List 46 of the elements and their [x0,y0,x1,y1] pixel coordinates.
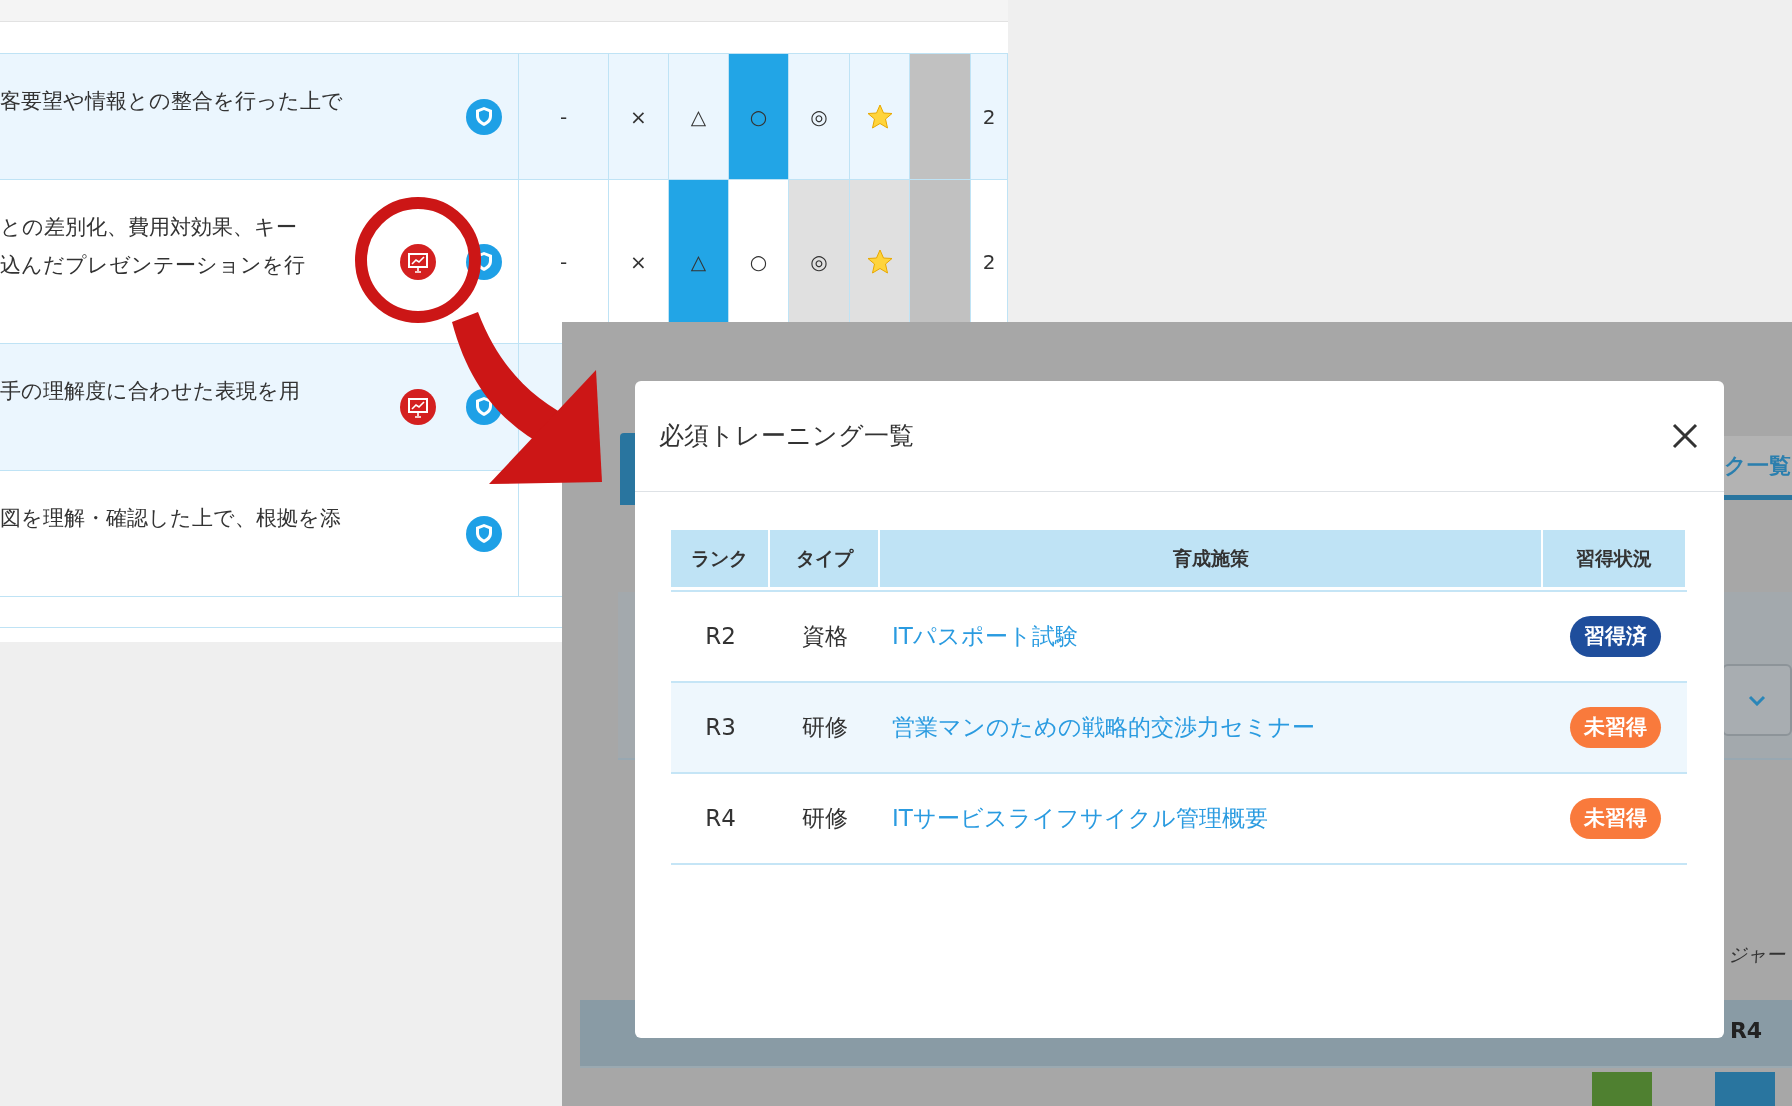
table-cell: R3 [671,681,770,772]
shield-icon[interactable] [466,98,502,135]
column-header: 育成施策 [880,530,1543,590]
rating-text: △ [690,248,707,276]
training-link[interactable]: ITパスポート試験 [892,619,1078,654]
presentation-icon[interactable] [400,389,436,425]
rating-text: ○ [749,248,768,276]
rating-text: - [559,248,568,276]
column-header: タイプ [770,530,880,590]
rating-text: 2 [982,103,996,131]
rating-text: △ [690,103,707,131]
status-badge: 未習得 [1569,797,1661,840]
presentation-icon[interactable] [400,243,436,280]
status-badge: 習得済 [1569,615,1661,658]
rating-text: × [630,103,647,131]
rating-text: ◎ [810,248,828,276]
column-header: 習得状況 [1543,530,1687,590]
star-icon [866,103,893,130]
shield-icon[interactable] [466,243,502,280]
rating-text: ◎ [810,103,828,131]
tab[interactable]: ク一覧 [1724,436,1792,500]
row-text: 図を理解・確認した上で、根拠を添 [0,505,341,532]
column-header: ランク [671,530,770,590]
level-cell [1715,1072,1775,1106]
modal-title: 必須トレーニング一覧 [659,420,914,453]
rating-text: - [559,103,568,131]
note-text: ジャー [1728,942,1785,967]
table-cell: 研修 [770,772,880,863]
row-text: との差別化、費用対効果、キー [0,214,297,241]
table-cell: R4 [671,772,770,863]
close-icon [1672,423,1698,449]
column-header: R4 [1728,1017,1764,1045]
shield-icon[interactable] [466,515,502,552]
training-link[interactable]: ITサービスライフサイクル管理概要 [892,801,1268,836]
level-cell [1592,1072,1652,1106]
status-badge: 未習得 [1569,706,1661,749]
table-cell: 研修 [770,681,880,772]
rating-text: ○ [749,103,768,131]
row-text: 込んだプレゼンテーションを行 [0,252,305,279]
select-field[interactable] [1722,664,1792,736]
row-text: 客要望や情報との整合を行った上で [0,88,343,115]
row-text: 手の理解度に合わせた表現を用 [0,378,300,405]
star-icon [866,248,893,275]
rating-text: × [630,248,647,276]
chevron-down-icon [1748,694,1766,706]
rating-text: 2 [982,248,996,276]
